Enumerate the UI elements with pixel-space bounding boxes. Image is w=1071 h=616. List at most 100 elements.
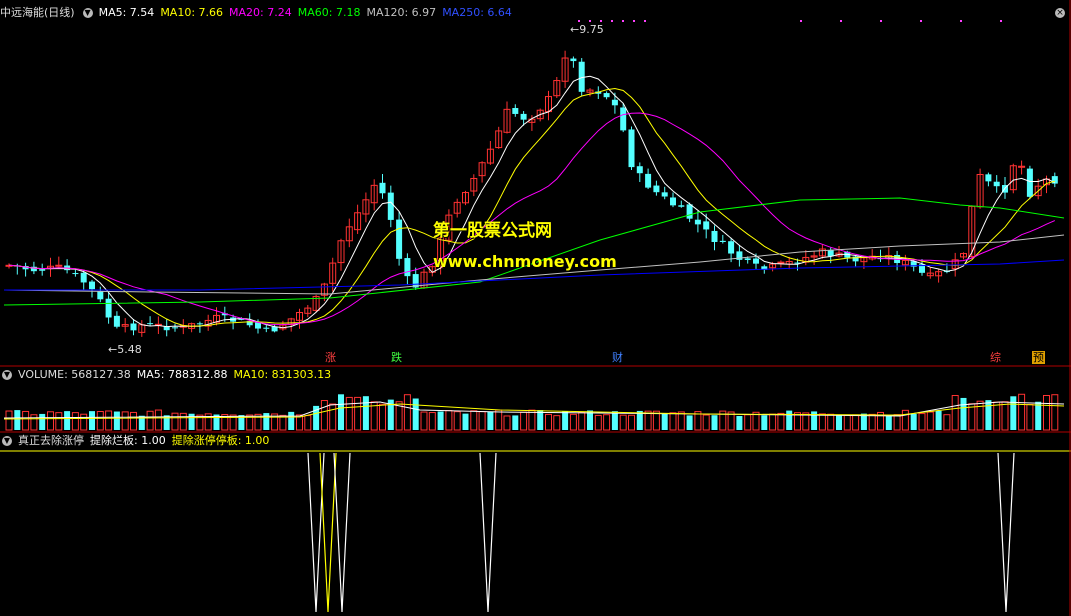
candle-body <box>89 281 95 290</box>
candle-body <box>985 174 992 182</box>
top-dot <box>840 20 842 22</box>
volume-bar <box>495 409 503 431</box>
candle-body <box>678 205 685 207</box>
volume-bar <box>901 409 909 431</box>
volume-bar <box>420 411 428 431</box>
volume-bar <box>30 414 38 431</box>
marker-die[interactable]: 跌 <box>391 351 402 364</box>
volume-bar <box>345 396 353 431</box>
volume-bar <box>744 414 752 431</box>
volume-bar <box>412 398 419 430</box>
volume-bar <box>761 415 768 430</box>
volume-bar <box>818 413 826 431</box>
param1-label: 提除烂板: 1.00 <box>90 434 166 447</box>
marker-yu[interactable]: 预 <box>1032 351 1045 364</box>
volume-bar <box>926 411 934 431</box>
volume-bar <box>702 414 710 431</box>
volume-bar <box>545 413 552 431</box>
volume-bar <box>304 415 312 431</box>
volume-bar <box>985 400 992 430</box>
volume-bar <box>628 414 635 431</box>
candle-body <box>97 291 104 300</box>
vol-ma10-label: MA10: 831303.13 <box>233 368 332 381</box>
volume-bar <box>39 413 46 430</box>
candle-body <box>620 107 627 131</box>
volume-bar <box>453 411 461 431</box>
volume-bar <box>89 411 95 430</box>
volume-bar <box>487 411 494 430</box>
volume-bar <box>669 412 677 431</box>
volume-bar <box>179 412 187 431</box>
candle-body <box>719 240 726 242</box>
chart-canvas <box>0 0 1071 616</box>
param2-label: 提除涨停停板: 1.00 <box>171 434 270 447</box>
volume-bar <box>503 415 511 431</box>
indicator-spike <box>333 452 351 613</box>
marker-zong[interactable]: 综 <box>990 351 1001 364</box>
candle-body <box>628 129 635 168</box>
top-dot <box>633 20 635 22</box>
top-dot <box>644 20 646 22</box>
volume-bar <box>868 413 876 431</box>
candle-body <box>520 113 527 120</box>
volume-bar <box>553 415 561 431</box>
ma60-label: MA60: 7.18 <box>297 6 361 19</box>
top-dot <box>578 20 580 22</box>
volume-bar <box>677 411 685 431</box>
indicator-name[interactable]: 真正去除涨停 <box>18 434 84 447</box>
volume-bar <box>47 411 54 431</box>
volume-bar <box>769 413 777 431</box>
volume-bar <box>976 400 984 431</box>
candle-body <box>105 298 112 318</box>
candle-body <box>744 258 751 260</box>
volume-bar <box>960 397 967 430</box>
candle-body <box>670 197 676 206</box>
top-dot <box>800 20 802 22</box>
candle-body <box>570 58 577 62</box>
volume-label: VOLUME: 568127.38 <box>18 368 131 381</box>
volume-bar <box>661 413 668 430</box>
marker-zhang[interactable]: 涨 <box>325 351 336 364</box>
volume-bar <box>121 411 129 431</box>
volume-bar <box>188 413 195 430</box>
volume-bar <box>562 411 569 430</box>
stock-title[interactable]: 中远海能(日线) <box>0 6 75 19</box>
volume-bar <box>893 414 901 431</box>
indicator-spike <box>479 452 497 613</box>
candle-body <box>653 185 660 193</box>
top-dot <box>880 20 882 22</box>
ma120-label: MA120: 6.97 <box>366 6 437 19</box>
candle-body <box>703 221 710 230</box>
volume-bar <box>113 411 120 430</box>
collapse-icon[interactable]: ▼ <box>82 8 93 18</box>
candle-body <box>694 219 701 225</box>
collapse-icon[interactable]: ▼ <box>2 436 12 446</box>
candle-body <box>396 219 403 259</box>
volume-bar <box>478 411 486 431</box>
high-price-label: ←9.75 <box>570 23 604 36</box>
collapse-icon[interactable]: ▼ <box>2 370 12 380</box>
candle-body <box>728 241 735 254</box>
top-dot <box>589 20 591 22</box>
candle-body <box>645 173 652 188</box>
candle-body <box>39 269 46 271</box>
volume-bar <box>64 411 71 430</box>
candle-body <box>777 261 785 264</box>
volume-bar <box>993 401 1001 431</box>
top-dot <box>960 20 962 22</box>
volume-bar <box>171 412 179 431</box>
volume-bar <box>918 413 926 431</box>
ma20-label: MA20: 7.24 <box>229 6 292 19</box>
marker-cai[interactable]: 财 <box>612 351 623 364</box>
volume-bar <box>428 412 436 431</box>
volume-bar <box>711 415 718 430</box>
candle-body <box>611 99 618 106</box>
candle-body <box>1051 176 1058 184</box>
volume-bar <box>154 409 162 431</box>
candle-body <box>196 323 203 325</box>
volume-bar <box>512 415 519 430</box>
candle-body <box>55 264 63 267</box>
volume-bar <box>777 412 785 431</box>
close-circle-icon[interactable]: × <box>1055 8 1065 18</box>
candle-body <box>255 322 261 329</box>
